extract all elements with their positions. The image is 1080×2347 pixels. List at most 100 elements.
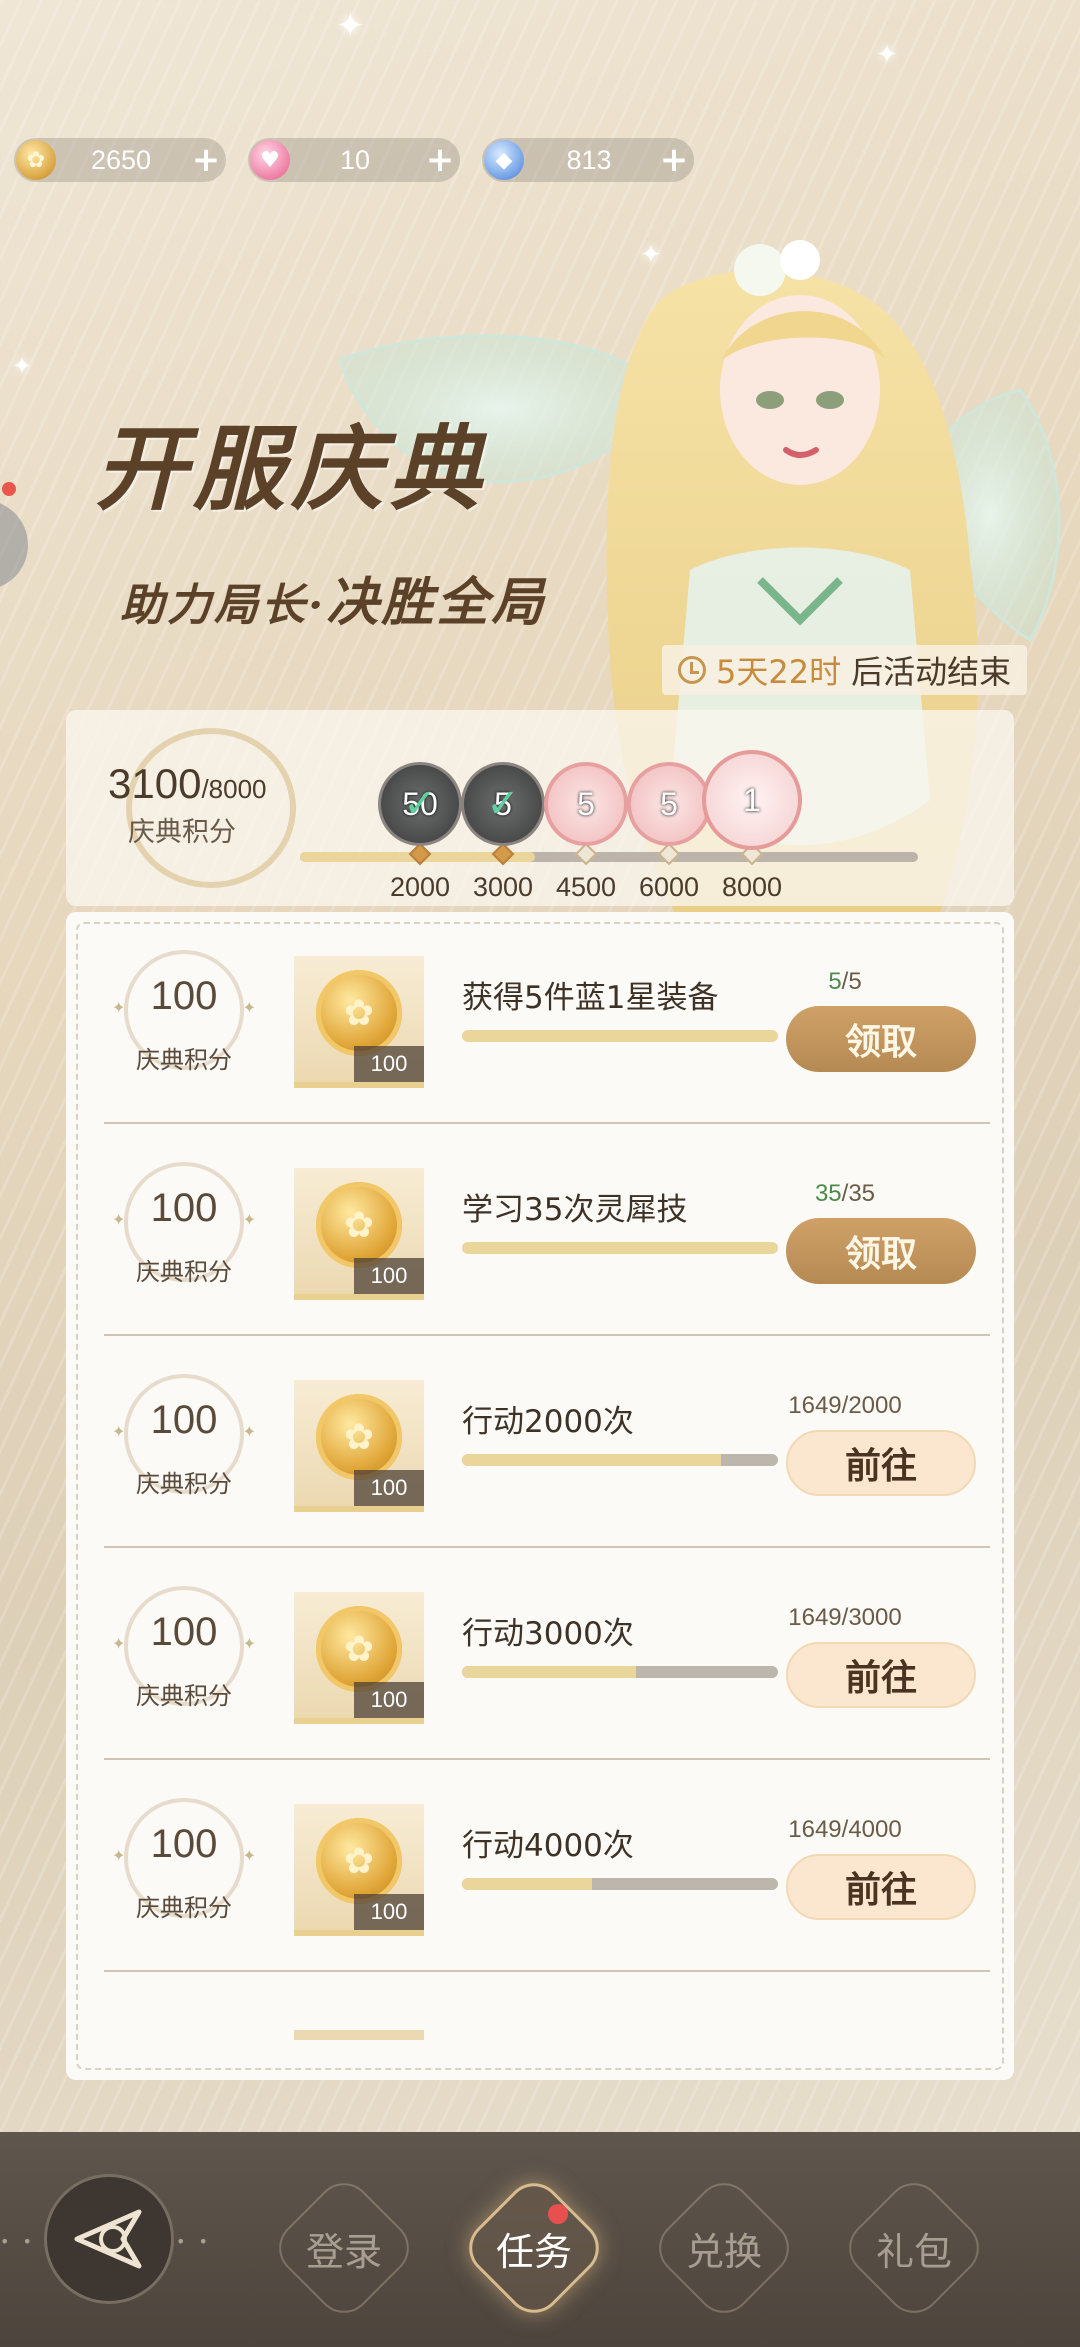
milestone-label: 8000: [721, 872, 783, 902]
gold-amount: 2650: [90, 144, 152, 175]
gold-coin-icon: ✿: [316, 970, 402, 1056]
add-gold-button[interactable]: +: [186, 140, 226, 180]
milestone-reward[interactable]: 1: [702, 750, 802, 850]
go-button[interactable]: 前往: [786, 1642, 976, 1708]
diamond-amount: 813: [566, 144, 612, 175]
task-points-label: 庆典积分: [136, 1046, 232, 1074]
next-task-peek: [294, 2030, 424, 2040]
reward-item[interactable]: ✿ 100: [294, 1168, 424, 1300]
event-timer: 5天22时 后活动结束: [662, 645, 1028, 695]
task-progress-fill: [462, 1878, 592, 1890]
task-progress-bar: [462, 1454, 778, 1466]
task-progress-text: 1649/2000: [788, 1392, 902, 1419]
heart-gem-amount: 10: [339, 144, 371, 175]
item-count: 100: [354, 1894, 424, 1930]
gold-coin-icon: ✿: [316, 1182, 402, 1268]
reward-item[interactable]: ✿ 100: [294, 1804, 424, 1936]
task-progress-bar: [462, 1030, 778, 1042]
task-row: 100庆典积分✿100行动3000次1649/3000前往: [104, 1548, 990, 1760]
task-row: 100庆典积分✿100行动4000次1649/4000前往: [104, 1760, 990, 1972]
clock-icon: [678, 656, 706, 684]
gold-coin-icon: ✿: [316, 1606, 402, 1692]
task-points: 100: [150, 974, 218, 1018]
bottom-nav: • • • • • 登录 任务 兑换 礼包: [0, 2132, 1080, 2347]
item-count: 100: [354, 1682, 424, 1718]
add-diamond-button[interactable]: +: [654, 140, 694, 180]
task-list: 100庆典积分✿100获得5件蓝1星装备5/5领取100庆典积分✿100学习35…: [66, 912, 1014, 2080]
event-title: 开服庆典: [95, 415, 488, 523]
claim-button[interactable]: 领取: [786, 1006, 976, 1072]
check-icon: ✓: [403, 781, 437, 827]
milestone-reward[interactable]: 5 ✓: [461, 762, 545, 846]
side-drawer-handle[interactable]: [0, 500, 28, 590]
task-points: 100: [150, 1822, 218, 1866]
task-row: 100庆典积分✿100获得5件蓝1星装备5/5领取: [104, 912, 990, 1124]
task-progress-text: 1649/4000: [788, 1816, 902, 1843]
tab-tasks[interactable]: 任务: [457, 2171, 611, 2325]
notification-dot: [2, 482, 16, 496]
task-points: 100: [150, 1398, 218, 1442]
reward-item[interactable]: ✿ 100: [294, 1592, 424, 1724]
currency-gold: ✿ 2650 +: [14, 138, 226, 182]
event-subtitle: 助力局长·决胜全局: [120, 572, 547, 633]
blue-diamond-icon: ◆: [484, 140, 524, 180]
points-progress-bar: [300, 852, 918, 862]
sparkle-icon: ✦: [876, 40, 898, 70]
item-count: 100: [354, 1258, 424, 1294]
back-arrow-icon: [74, 2209, 142, 2269]
sparkle-icon: ✦: [12, 352, 33, 380]
tab-label: 登录: [305, 2229, 382, 2274]
task-points-label: 庆典积分: [136, 1682, 232, 1710]
notification-dot: [548, 2204, 568, 2224]
timer-suffix: 后活动结束: [851, 653, 1012, 691]
check-icon: ✓: [486, 781, 520, 827]
task-points: 100: [150, 1186, 218, 1230]
item-count: 100: [354, 1046, 424, 1082]
task-name: 学习35次灵犀技: [462, 1192, 688, 1228]
item-count: 100: [354, 1470, 424, 1506]
task-progress-bar: [462, 1666, 778, 1678]
gold-coin-icon: ✿: [316, 1818, 402, 1904]
timer-value: 5天22时: [716, 653, 842, 691]
score-value: 3100/8000: [108, 760, 267, 807]
tab-exchange[interactable]: 兑换: [647, 2171, 801, 2325]
reward-count: 1: [743, 781, 761, 818]
milestone-reward[interactable]: 5: [627, 762, 711, 846]
score-ring: [126, 728, 296, 888]
gold-coin-icon: ✿: [316, 1394, 402, 1480]
task-progress-text: 5/5: [828, 968, 862, 995]
go-button[interactable]: 前往: [786, 1854, 976, 1920]
reward-item[interactable]: ✿ 100: [294, 1380, 424, 1512]
milestone-reward[interactable]: 50 ✓: [378, 762, 462, 846]
tab-label: 任务: [495, 2229, 572, 2274]
back-button[interactable]: [44, 2174, 174, 2304]
task-progress-fill: [462, 1030, 778, 1042]
task-progress-bar: [462, 1878, 778, 1890]
task-points-label: 庆典积分: [136, 1258, 232, 1286]
task-progress-bar: [462, 1242, 778, 1254]
milestone-reward[interactable]: 5: [544, 762, 628, 846]
task-progress-fill: [462, 1666, 636, 1678]
currency-heart-gem: ♥ 10 +: [248, 138, 460, 182]
task-name: 行动2000次: [462, 1404, 634, 1440]
currency-diamond: ◆ 813 +: [482, 138, 694, 182]
task-points-label: 庆典积分: [136, 1470, 232, 1498]
add-heart-gem-button[interactable]: +: [420, 140, 460, 180]
score-label: 庆典积分: [128, 817, 236, 848]
task-row: 100庆典积分✿100学习35次灵犀技35/35领取: [104, 1124, 990, 1336]
task-points: 100: [150, 1610, 218, 1654]
tab-gift-pack[interactable]: 礼包: [837, 2171, 991, 2325]
task-points-label: 庆典积分: [136, 1894, 232, 1922]
task-progress-fill: [462, 1242, 778, 1254]
task-name: 行动4000次: [462, 1828, 634, 1864]
claim-button[interactable]: 领取: [786, 1218, 976, 1284]
go-button[interactable]: 前往: [786, 1430, 976, 1496]
reward-item[interactable]: ✿ 100: [294, 956, 424, 1088]
tab-login[interactable]: 登录: [267, 2171, 421, 2325]
reward-count: 5: [660, 785, 678, 822]
task-progress-text: 35/35: [814, 1180, 876, 1207]
gold-coin-icon: ✿: [16, 140, 56, 180]
pink-heart-gem-icon: ♥: [250, 140, 290, 180]
task-name: 获得5件蓝1星装备: [462, 980, 719, 1016]
task-name: 行动3000次: [462, 1616, 634, 1652]
